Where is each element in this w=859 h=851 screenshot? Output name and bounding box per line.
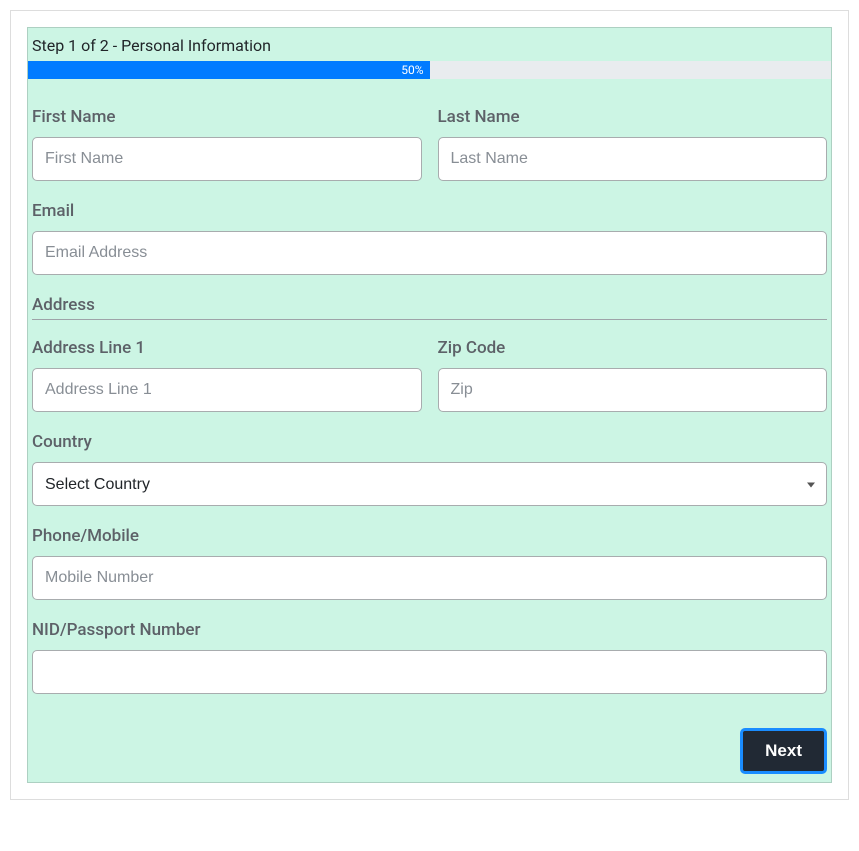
address-section-header: Address (32, 295, 827, 320)
phone-input[interactable] (32, 556, 827, 600)
email-input[interactable] (32, 231, 827, 275)
last-name-input[interactable] (438, 137, 828, 181)
country-label: Country (32, 432, 827, 452)
progress-bar-track: 50% (28, 61, 831, 79)
step-header: Step 1 of 2 - Personal Information (28, 28, 831, 61)
email-label: Email (32, 201, 827, 221)
address-line1-label: Address Line 1 (32, 338, 422, 358)
next-button[interactable]: Next (740, 728, 827, 774)
progress-bar-fill: 50% (28, 61, 430, 79)
country-select[interactable]: Select Country (32, 462, 827, 506)
zip-input[interactable] (438, 368, 828, 412)
nid-input[interactable] (32, 650, 827, 694)
form-card: Step 1 of 2 - Personal Information 50% F… (27, 27, 832, 783)
address-line1-input[interactable] (32, 368, 422, 412)
zip-label: Zip Code (438, 338, 828, 358)
phone-label: Phone/Mobile (32, 526, 827, 546)
first-name-label: First Name (32, 107, 422, 127)
nid-label: NID/Passport Number (32, 620, 827, 640)
last-name-label: Last Name (438, 107, 828, 127)
first-name-input[interactable] (32, 137, 422, 181)
